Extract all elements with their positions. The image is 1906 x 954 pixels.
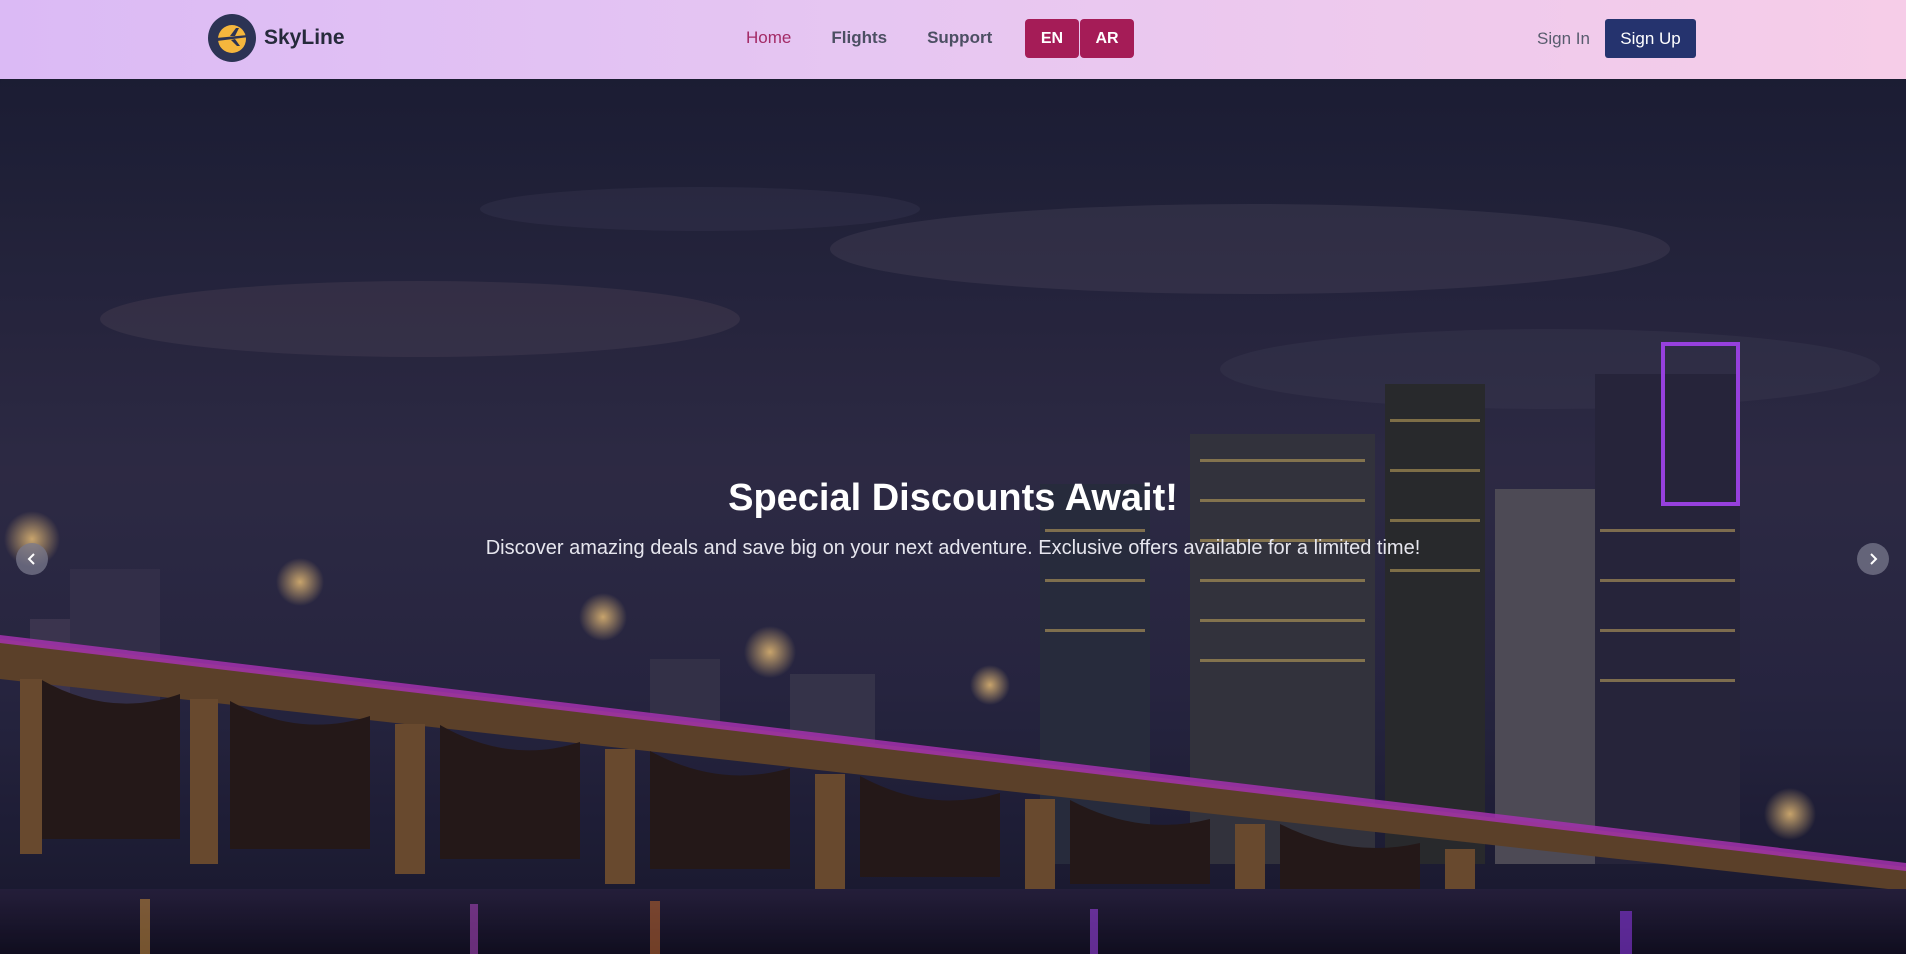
- hero-subtitle: Discover amazing deals and save big on y…: [485, 537, 1421, 559]
- nav-item-support[interactable]: Support: [927, 28, 992, 48]
- brand-logo[interactable]: SkyLine: [208, 14, 345, 62]
- sign-in-link[interactable]: Sign In: [1537, 29, 1590, 49]
- brand-name: SkyLine: [264, 26, 345, 49]
- hero-carousel: Special Discounts Await! Discover amazin…: [0, 79, 1906, 954]
- language-ar-button[interactable]: AR: [1080, 19, 1134, 58]
- language-en-button[interactable]: EN: [1025, 19, 1079, 58]
- chevron-right-icon: [1870, 553, 1878, 565]
- chevron-left-icon: [27, 553, 35, 565]
- nav-item-home[interactable]: Home: [746, 28, 791, 48]
- language-switcher: EN AR: [1025, 19, 1134, 58]
- top-navbar: SkyLine Home Flights Support EN AR Sign …: [0, 0, 1906, 79]
- sign-up-button[interactable]: Sign Up: [1605, 19, 1696, 58]
- hero-title: Special Discounts Await!: [728, 477, 1178, 519]
- carousel-prev-button[interactable]: [16, 543, 48, 575]
- carousel-next-button[interactable]: [1857, 543, 1889, 575]
- main-nav: Home Flights Support: [746, 28, 992, 48]
- plane-logo-icon: [208, 14, 256, 62]
- nav-item-flights[interactable]: Flights: [831, 28, 887, 48]
